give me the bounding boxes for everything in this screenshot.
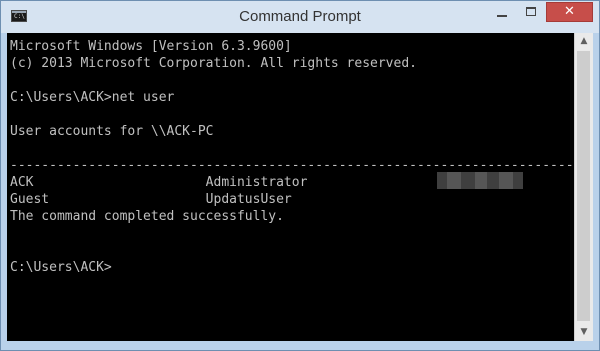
minimize-button[interactable]	[488, 2, 516, 22]
console-line: Microsoft Windows [Version 6.3.9600]	[10, 39, 292, 54]
console-line: C:\Users\ACK>net user	[10, 90, 175, 105]
console-output[interactable]: Microsoft Windows [Version 6.3.9600] (c)…	[7, 33, 574, 341]
command-prompt-window: C:\ Command Prompt ✕ Microsoft Windows […	[0, 0, 600, 351]
vertical-scrollbar[interactable]: ▲ ▼	[574, 33, 593, 341]
title-bar[interactable]: C:\ Command Prompt ✕	[1, 1, 599, 33]
maximize-icon	[526, 7, 536, 16]
console-prompt-line: C:\Users\ACK>	[10, 260, 112, 275]
maximize-button[interactable]	[517, 2, 545, 22]
console-text: Microsoft Windows [Version 6.3.9600] (c)…	[10, 38, 574, 276]
console-line: (c) 2013 Microsoft Corporation. All righ…	[10, 56, 417, 71]
window-bottom-edge	[7, 341, 593, 345]
console-line: The command completed successfully.	[10, 209, 284, 224]
scroll-down-arrow-icon[interactable]: ▼	[575, 324, 593, 341]
console-line: Guest UpdatusUser	[10, 192, 292, 207]
minimize-icon	[497, 15, 507, 17]
close-button[interactable]: ✕	[546, 2, 593, 22]
scrollbar-thumb[interactable]	[577, 51, 590, 321]
console-line: User accounts for \\ACK-PC	[10, 124, 214, 139]
redacted-account-name	[437, 172, 523, 189]
scroll-up-arrow-icon[interactable]: ▲	[575, 33, 593, 50]
close-icon: ✕	[564, 4, 575, 19]
